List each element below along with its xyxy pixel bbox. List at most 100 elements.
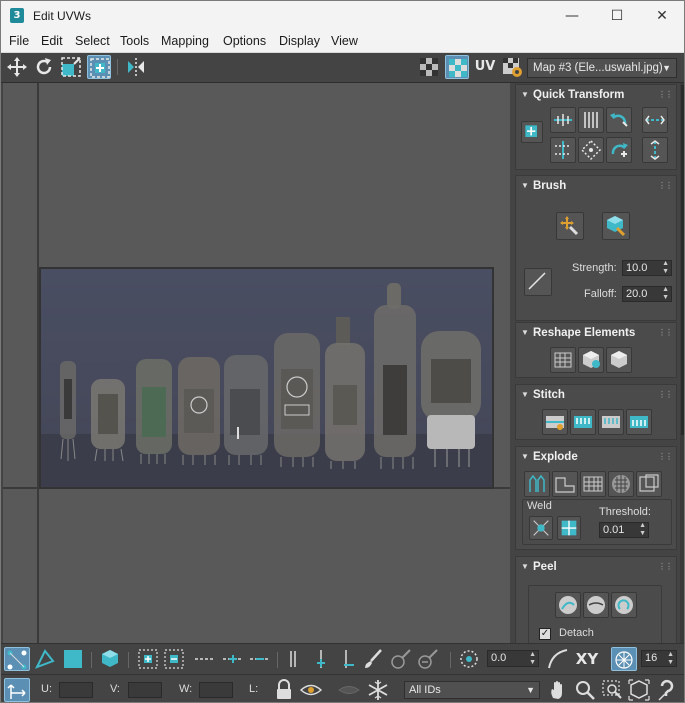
move-tool-button[interactable]	[5, 55, 29, 79]
threshold-spinner[interactable]: 0.01 ▲ ▼	[599, 522, 649, 538]
strength-spinner[interactable]: 10.0 ▲ ▼	[622, 260, 672, 276]
edge-mode-button[interactable]	[33, 647, 57, 671]
zoom-extents-button[interactable]	[627, 678, 651, 702]
freeze-button[interactable]	[366, 678, 390, 702]
uv-view-button[interactable]: UV	[473, 55, 497, 79]
reset-peel-button[interactable]	[611, 592, 637, 618]
paint-grow-button[interactable]	[389, 647, 413, 671]
break-button[interactable]	[524, 471, 550, 497]
maximize-button[interactable]: ☐	[594, 1, 640, 31]
spinner-arrows-icon[interactable]: ▲ ▼	[529, 651, 536, 667]
panel-scrollbar[interactable]	[680, 83, 684, 643]
map-selector-dropdown[interactable]: Map #3 (Ele...uswahl.jpg) ▼	[527, 58, 677, 78]
stitch-to-target-button[interactable]	[570, 409, 596, 435]
stitch-header[interactable]: ▼ Stitch ⋮⋮	[516, 385, 676, 405]
straighten-button[interactable]	[578, 137, 604, 163]
space-vertical-button[interactable]	[642, 137, 668, 163]
peel-header[interactable]: ▼ Peel ⋮⋮	[516, 557, 676, 577]
spinner-arrows-icon[interactable]: ▲ ▼	[662, 286, 669, 302]
ring-shrink-button[interactable]	[336, 647, 360, 671]
menu-options[interactable]: Options	[223, 34, 266, 48]
align-vertical-button[interactable]	[578, 107, 604, 133]
spinner-arrows-icon[interactable]: ▲ ▼	[639, 522, 646, 538]
menu-tools[interactable]: Tools	[120, 34, 149, 48]
scrollbar-thumb[interactable]	[681, 85, 684, 435]
xy-coordinates-button[interactable]: XY	[573, 647, 601, 671]
menu-display[interactable]: Display	[279, 34, 320, 48]
lock-selection-button[interactable]	[272, 678, 296, 702]
rotate-ccw-button[interactable]	[606, 107, 632, 133]
show-all-button[interactable]	[337, 678, 361, 702]
paint-move-button[interactable]	[556, 212, 584, 240]
stitch-to-source-button[interactable]	[626, 409, 652, 435]
menu-select[interactable]: Select	[75, 34, 110, 48]
scale-tool-button[interactable]	[59, 55, 83, 79]
show-map-button[interactable]	[417, 55, 441, 79]
paint-shrink-button[interactable]	[416, 647, 440, 671]
detach-edge-button[interactable]	[552, 471, 578, 497]
soft-select-button[interactable]	[457, 647, 481, 671]
detach-checkbox[interactable]: ✓	[539, 628, 551, 640]
rotation-angle-spinner[interactable]: 0.0 ▲ ▼	[487, 650, 539, 667]
weld-target-button[interactable]	[557, 516, 581, 540]
flatten-by-material-button[interactable]	[636, 471, 662, 497]
map-settings-button[interactable]	[500, 55, 524, 79]
quick-peel-button[interactable]	[555, 592, 581, 618]
loop-selection-button[interactable]	[193, 647, 217, 671]
loop-grow-button[interactable]	[221, 647, 245, 671]
flatten-by-smoothing-button[interactable]	[608, 471, 634, 497]
relax-button[interactable]	[578, 347, 604, 373]
weld-selected-button[interactable]	[529, 516, 553, 540]
polygon-mode-button[interactable]	[61, 647, 85, 671]
rotate-cw-button[interactable]	[606, 137, 632, 163]
zoom-region-button[interactable]	[600, 678, 624, 702]
ring-grow-button[interactable]	[309, 647, 333, 671]
menu-edit[interactable]: Edit	[41, 34, 63, 48]
vertex-mode-button[interactable]	[4, 647, 30, 671]
v-coordinate-field[interactable]	[128, 682, 162, 698]
mirror-tool-button[interactable]	[124, 55, 148, 79]
help-button[interactable]	[655, 678, 679, 702]
reshape-elements-header[interactable]: ▼ Reshape Elements ⋮⋮	[516, 323, 676, 343]
ring-selection-button[interactable]	[281, 647, 305, 671]
loop-shrink-button[interactable]	[248, 647, 272, 671]
minimize-button[interactable]: —	[549, 1, 595, 31]
grid-snap-button[interactable]	[611, 647, 637, 671]
relax-settings-button[interactable]	[606, 347, 632, 373]
pivot-button[interactable]	[521, 121, 543, 143]
stitch-average-button[interactable]	[598, 409, 624, 435]
soft-falloff-curve-button[interactable]	[546, 647, 570, 671]
relax-brush-button[interactable]	[602, 212, 630, 240]
falloff-curve-button[interactable]	[524, 268, 552, 296]
element-mode-button[interactable]	[98, 647, 122, 671]
paint-select-button[interactable]	[361, 647, 385, 671]
material-ids-dropdown[interactable]: All IDs ▼	[404, 681, 540, 699]
grow-selection-button[interactable]	[136, 647, 160, 671]
menu-view[interactable]: View	[331, 34, 358, 48]
stitch-custom-button[interactable]	[542, 409, 568, 435]
close-button[interactable]: ✕	[639, 1, 684, 31]
brush-header[interactable]: ▼ Brush ⋮⋮	[516, 176, 676, 196]
uv-editor-viewport[interactable]	[3, 83, 510, 643]
grid-size-spinner[interactable]: 16 ▲ ▼	[641, 650, 677, 667]
menu-file[interactable]: File	[9, 34, 29, 48]
hide-button[interactable]	[299, 678, 323, 702]
checker-map-button[interactable]	[445, 55, 469, 79]
straighten-selection-button[interactable]	[550, 347, 576, 373]
zoom-button[interactable]	[573, 678, 597, 702]
flatten-by-polygon-button[interactable]	[580, 471, 606, 497]
align-to-edge-button[interactable]	[550, 137, 576, 163]
absolute-offset-button[interactable]	[4, 678, 30, 702]
w-coordinate-field[interactable]	[199, 682, 233, 698]
u-coordinate-field[interactable]	[59, 682, 93, 698]
falloff-spinner[interactable]: 20.0 ▲ ▼	[622, 286, 672, 302]
freeform-tool-button[interactable]	[87, 55, 111, 79]
rotate-tool-button[interactable]	[32, 55, 56, 79]
align-horizontal-button[interactable]	[550, 107, 576, 133]
quick-transform-header[interactable]: ▼ Quick Transform ⋮⋮	[516, 85, 676, 105]
spinner-arrows-icon[interactable]: ▲ ▼	[662, 260, 669, 276]
peel-mode-button[interactable]	[583, 592, 609, 618]
spinner-arrows-icon[interactable]: ▲ ▼	[667, 651, 674, 667]
menu-mapping[interactable]: Mapping	[161, 34, 209, 48]
shrink-selection-button[interactable]	[162, 647, 186, 671]
